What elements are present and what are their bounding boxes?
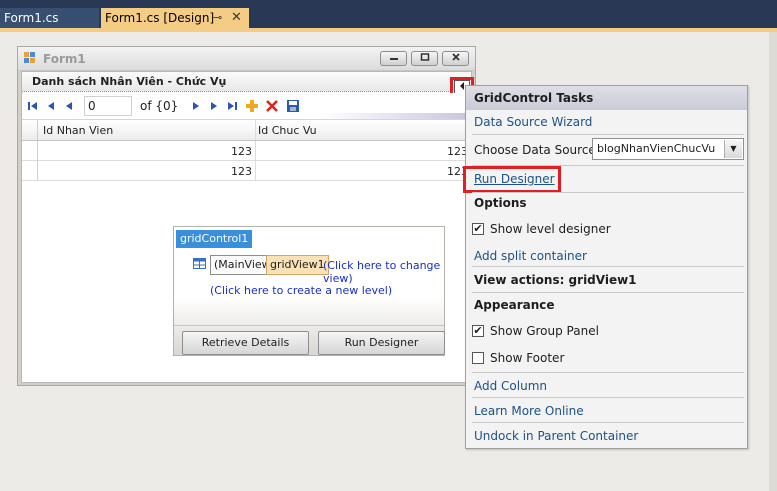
level-designer-separator xyxy=(174,325,444,326)
grid-control-name-label[interactable]: gridControl1 xyxy=(176,230,253,248)
show-group-panel-checkbox[interactable]: ✔ xyxy=(472,325,484,337)
column-divider xyxy=(255,120,256,140)
data-navigator: 0 of {0} xyxy=(22,93,471,119)
options-section-title: Options xyxy=(474,196,527,210)
create-level-link[interactable]: (Click here to create a new level) xyxy=(210,284,392,297)
cell-id-nhan-vien[interactable]: 123 xyxy=(202,145,252,158)
maximize-button[interactable] xyxy=(411,51,438,66)
separator xyxy=(472,134,744,135)
show-level-designer-checkbox[interactable]: ✔ xyxy=(472,223,484,235)
record-count-label: of {0} xyxy=(140,99,179,113)
run-designer-button[interactable]: Run Designer xyxy=(318,331,445,355)
appearance-section-title: Appearance xyxy=(474,298,555,312)
prev-page-icon[interactable] xyxy=(44,99,58,113)
add-split-container-link[interactable]: Add split container xyxy=(474,249,587,263)
delete-record-icon[interactable] xyxy=(265,99,279,113)
column-divider xyxy=(255,141,256,161)
next-record-icon[interactable] xyxy=(189,99,203,113)
tab-form1-cs[interactable]: Form1.cs xyxy=(0,8,99,28)
separator xyxy=(472,292,744,293)
data-source-combo[interactable]: blogNhanVienChucVu ▼ xyxy=(592,138,744,160)
save-icon[interactable] xyxy=(286,99,300,113)
undock-parent-container-link[interactable]: Undock in Parent Container xyxy=(474,429,638,443)
next-page-icon[interactable] xyxy=(207,99,221,113)
separator xyxy=(472,266,744,267)
row-indicator xyxy=(22,161,38,181)
data-source-wizard-link[interactable]: Data Source Wizard xyxy=(474,115,592,129)
level-designer: gridControl1 (MainView) gridView1 (Click… xyxy=(173,226,445,356)
show-level-designer-label[interactable]: Show level designer xyxy=(490,222,611,236)
surface-edge xyxy=(769,32,777,491)
tab-label: Form1.cs xyxy=(4,11,59,25)
maximize-icon xyxy=(420,53,429,61)
checkmark-icon: ✔ xyxy=(473,324,483,337)
row-indicator xyxy=(22,141,38,161)
column-header-id-chuc-vu[interactable]: Id Chuc Vu xyxy=(258,124,317,137)
data-source-value: blogNhanVienChucVu xyxy=(597,142,716,155)
close-icon xyxy=(451,53,460,61)
checkmark-icon: ✔ xyxy=(473,222,483,235)
chevron-down-icon[interactable]: ▼ xyxy=(724,140,742,158)
tasks-header: GridControl Tasks xyxy=(466,86,747,110)
highlight-box xyxy=(463,166,561,193)
retrieve-details-button[interactable]: Retrieve Details xyxy=(182,331,309,355)
prev-record-icon[interactable] xyxy=(62,99,76,113)
form-title: Form1 xyxy=(43,52,86,66)
grid-column-header: Id Nhan Vien Id Chuc Vu xyxy=(22,119,471,141)
tab-form1-design[interactable]: Form1.cs [Design] ⊸ ✕ xyxy=(101,8,249,28)
close-icon[interactable]: ✕ xyxy=(231,8,242,28)
first-record-icon[interactable] xyxy=(26,99,40,113)
grid-caption: Danh sách Nhân Viên - Chức Vụ xyxy=(22,72,471,92)
add-column-link[interactable]: Add Column xyxy=(474,379,547,393)
grid-view-node[interactable]: gridView1 xyxy=(266,255,329,275)
cell-id-chuc-vu[interactable]: 123 xyxy=(418,165,468,178)
form-icon xyxy=(24,52,35,63)
table-row[interactable]: 123 123 xyxy=(22,141,471,161)
separator xyxy=(472,372,744,373)
learn-more-online-link[interactable]: Learn More Online xyxy=(474,404,584,418)
document-tab-strip: Form1.cs Form1.cs [Design] ⊸ ✕ xyxy=(0,0,777,32)
separator xyxy=(472,192,744,193)
tab-label: Form1.cs [Design] xyxy=(105,11,215,25)
row-indicator-header xyxy=(22,120,38,140)
add-record-icon[interactable] xyxy=(245,99,259,113)
minimize-button[interactable] xyxy=(380,51,407,66)
minimize-icon xyxy=(389,58,398,60)
column-divider xyxy=(255,161,256,181)
choose-data-source-label: Choose Data Source xyxy=(474,143,596,157)
record-position-input[interactable]: 0 xyxy=(84,96,132,116)
column-header-id-nhan-vien[interactable]: Id Nhan Vien xyxy=(43,124,113,137)
table-row[interactable]: 123 123 xyxy=(22,161,471,181)
show-footer-label[interactable]: Show Footer xyxy=(490,351,564,365)
last-record-icon[interactable] xyxy=(225,99,239,113)
separator xyxy=(472,422,744,423)
show-group-panel-label[interactable]: Show Group Panel xyxy=(490,324,599,338)
separator xyxy=(472,397,744,398)
cell-id-nhan-vien[interactable]: 123 xyxy=(202,165,252,178)
table-icon xyxy=(193,258,206,269)
form-titlebar[interactable]: Form1 xyxy=(18,47,475,71)
view-actions-title: View actions: gridView1 xyxy=(474,273,637,287)
pin-icon[interactable]: ⊸ xyxy=(213,8,222,28)
grid-control-tasks-panel: GridControl Tasks Data Source Wizard Cho… xyxy=(463,85,748,449)
cell-id-chuc-vu[interactable]: 123 xyxy=(418,145,468,158)
change-view-link[interactable]: (Click here to change view) xyxy=(323,259,444,285)
show-footer-checkbox[interactable] xyxy=(472,352,484,364)
close-button[interactable] xyxy=(442,51,469,66)
